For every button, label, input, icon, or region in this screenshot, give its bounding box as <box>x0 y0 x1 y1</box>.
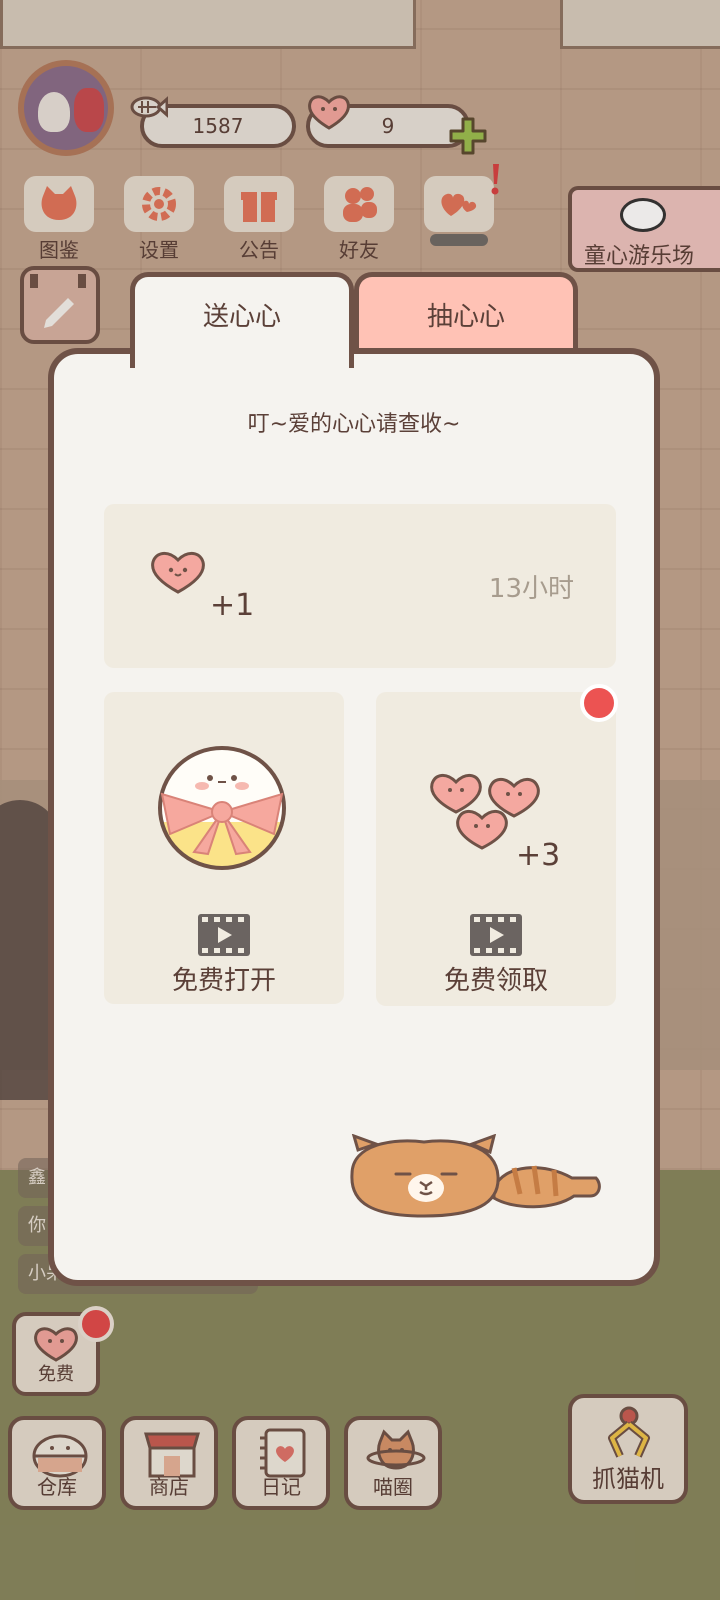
notification-dot <box>78 1306 114 1342</box>
heart-count: 9 <box>381 114 395 138</box>
sleeping-cat-icon <box>350 1134 601 1218</box>
hearts-dialog: 叮~爱的心心请查收~ +1 13小时 免费打开 +3 免费领取 <box>48 348 660 1286</box>
tab-draw-hearts[interactable]: 抽心心 <box>354 272 578 358</box>
free-hearts-button[interactable]: 免费 <box>12 1306 114 1396</box>
fish-count: 1587 <box>192 114 244 138</box>
friends-icon <box>343 187 377 222</box>
heart-icon <box>34 1327 78 1362</box>
nav-cat-circle[interactable]: 喵圈 <box>344 1416 442 1510</box>
announcement-button[interactable]: 公告 <box>218 176 300 262</box>
nav-warehouse-label: 仓库 <box>37 1475 77 1499</box>
tab-send-hearts[interactable]: 送心心 <box>130 272 354 368</box>
calendar-edit-button[interactable] <box>20 266 100 344</box>
gift-icon <box>241 192 277 222</box>
free-claim-reward: +3 <box>516 838 561 873</box>
timed-heart-countdown: 13小时 <box>488 574 574 604</box>
dialog-title: 叮~爱的心心请查收~ <box>247 412 461 437</box>
free-claim-card[interactable]: +3 免费领取 <box>376 692 616 1006</box>
free-open-label: 免费打开 <box>171 966 276 996</box>
settings-button[interactable]: 设置 <box>118 176 200 262</box>
announcement-label: 公告 <box>239 238 279 262</box>
hearts-send-icon <box>441 193 477 216</box>
nav-diary-label: 日记 <box>261 1475 301 1499</box>
claw-machine-button[interactable]: 抓猫机 <box>568 1394 688 1504</box>
claw-machine-label: 抓猫机 <box>592 1465 664 1493</box>
friends-button[interactable]: 好友 <box>318 176 400 262</box>
timed-heart-reward: +1 <box>210 588 255 623</box>
pencil-icon <box>30 274 86 328</box>
notification-dot <box>580 684 618 722</box>
free-open-card[interactable]: 免费打开 <box>104 692 344 1004</box>
panda-icon <box>620 198 666 232</box>
video-ad-icon <box>198 914 250 956</box>
heart-icon <box>308 95 350 130</box>
heart-icon <box>151 552 205 594</box>
tab-send-label: 送心心 <box>202 302 281 332</box>
video-ad-icon <box>470 914 522 956</box>
children-park-button[interactable]: 童心游乐场 <box>568 186 720 272</box>
player-avatar[interactable] <box>18 60 114 156</box>
alert-exclamation-icon <box>491 164 499 195</box>
menu-progress-bar <box>430 234 488 246</box>
free-claim-label: 免费领取 <box>443 966 548 996</box>
settings-label: 设置 <box>139 238 179 262</box>
gear-icon <box>142 187 176 221</box>
collection-button[interactable]: 图鉴 <box>18 176 100 262</box>
collection-label: 图鉴 <box>39 238 79 262</box>
egg-gift-icon <box>158 746 286 870</box>
timed-heart-card[interactable]: +1 13小时 <box>104 504 616 668</box>
nav-cat-circle-label: 喵圈 <box>373 1475 413 1499</box>
friends-label: 好友 <box>339 238 379 262</box>
nav-shop-label: 商店 <box>149 1475 189 1499</box>
add-hearts-button[interactable] <box>448 116 488 156</box>
children-park-label: 童心游乐场 <box>584 244 695 269</box>
fish-bone-icon <box>130 96 168 118</box>
nav-shop[interactable]: 商店 <box>120 1416 218 1510</box>
nav-diary[interactable]: 日记 <box>232 1416 330 1510</box>
claw-icon <box>608 1406 650 1458</box>
background-window <box>0 0 416 49</box>
background-window <box>560 0 720 49</box>
free-hearts-label: 免费 <box>38 1364 74 1385</box>
nav-warehouse[interactable]: 仓库 <box>8 1416 106 1510</box>
tab-draw-label: 抽心心 <box>426 302 505 332</box>
cat-face-icon <box>41 186 77 220</box>
